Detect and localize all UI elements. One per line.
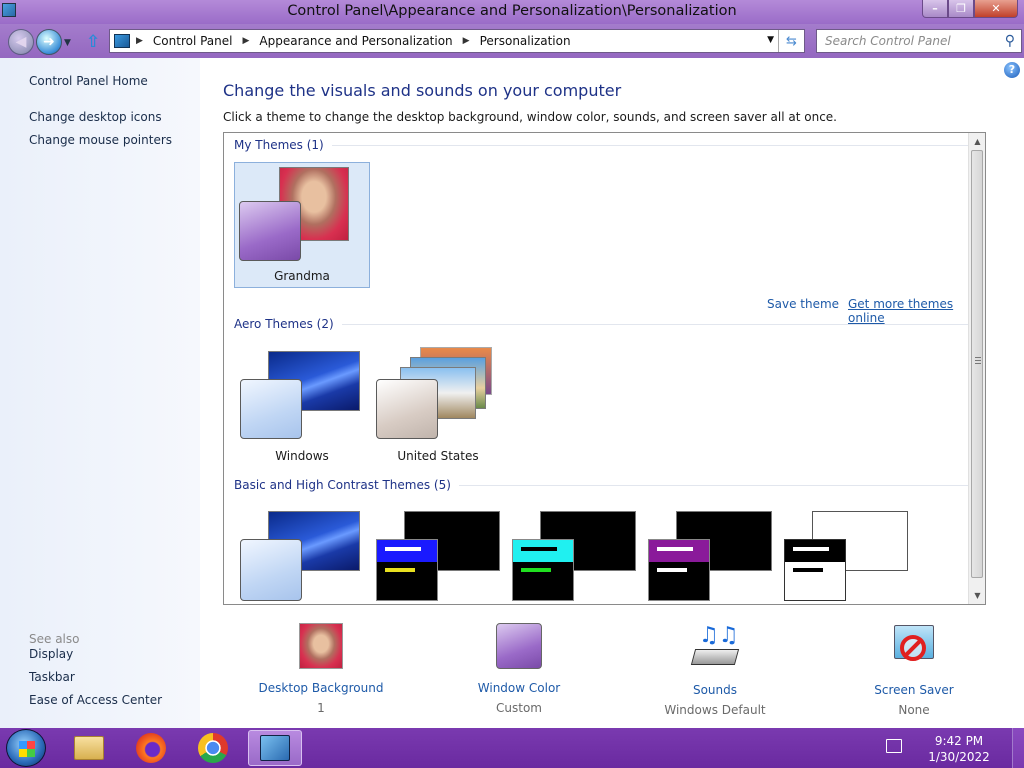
search-icon[interactable]: ⚲ xyxy=(1005,33,1015,49)
us-color-swatch xyxy=(376,379,438,439)
recent-pages-dropdown-icon[interactable]: ▼ xyxy=(64,38,71,48)
theme-list-scrollbar[interactable]: ▲ ▼ xyxy=(968,133,985,604)
hc-black-swatch xyxy=(648,539,710,601)
windows-color-swatch xyxy=(240,379,302,439)
clock-date[interactable]: 1/30/2022 xyxy=(914,750,1004,764)
window-color-value: Custom xyxy=(496,701,542,715)
window-color-setting[interactable]: Window Color Custom xyxy=(449,623,589,715)
see-also-label: See also xyxy=(29,632,80,646)
chrome-icon xyxy=(198,733,228,763)
search-placeholder: Search Control Panel xyxy=(825,34,951,48)
up-arrow-icon[interactable]: ⇧ xyxy=(86,32,100,52)
breadcrumb-separator-icon[interactable]: ▶ xyxy=(243,36,250,46)
sidebar-change-desktop-icons[interactable]: Change desktop icons xyxy=(29,110,162,124)
screen-saver-value: None xyxy=(898,703,930,717)
theme-high-contrast-white[interactable] xyxy=(778,503,914,603)
breadcrumb-appearance[interactable]: Appearance and Personalization xyxy=(259,34,452,48)
group-header-aero-themes: Aero Themes (2) xyxy=(234,317,985,331)
screen-saver-setting[interactable]: Screen Saver None xyxy=(844,623,984,717)
breadcrumb-separator-icon[interactable]: ▶ xyxy=(463,36,470,46)
control-panel-icon xyxy=(260,735,290,761)
breadcrumb-personalization[interactable]: Personalization xyxy=(480,34,571,48)
system-tray: 9:42 PM 1/30/2022 xyxy=(884,728,1024,768)
chrome-taskbar-button[interactable] xyxy=(186,730,240,766)
basic-color-swatch xyxy=(240,539,302,601)
theme-label: Grandma xyxy=(274,269,330,283)
theme-high-contrast-2[interactable] xyxy=(506,503,642,603)
firefox-taskbar-button[interactable] xyxy=(124,730,178,766)
window-color-link[interactable]: Window Color xyxy=(449,681,589,695)
screen-saver-icon xyxy=(890,623,938,671)
theme-high-contrast-1[interactable] xyxy=(370,503,506,603)
theme-list: My Themes (1) Grandma Save theme Get mor… xyxy=(223,132,986,605)
window-title: Control Panel\Appearance and Personaliza… xyxy=(287,3,737,19)
save-theme-link[interactable]: Save theme xyxy=(767,297,839,311)
breadcrumb-control-panel[interactable]: Control Panel xyxy=(153,34,233,48)
minimize-button[interactable]: – xyxy=(922,0,948,18)
search-input[interactable]: Search Control Panel ⚲ xyxy=(816,29,1022,53)
close-button[interactable]: ✕ xyxy=(974,0,1018,18)
title-bar: Control Panel\Appearance and Personaliza… xyxy=(0,0,1024,24)
hc2-swatch xyxy=(512,539,574,601)
sounds-setting[interactable]: ♫♫ Sounds Windows Default xyxy=(645,623,785,717)
breadcrumb-separator-icon[interactable]: ▶ xyxy=(136,36,143,46)
desktop-background-setting[interactable]: Desktop Background 1 xyxy=(251,623,391,715)
scroll-down-arrow-icon[interactable]: ▼ xyxy=(969,587,985,604)
help-icon[interactable]: ? xyxy=(1004,62,1020,78)
grandma-color-swatch xyxy=(239,201,301,261)
sidebar-display[interactable]: Display xyxy=(29,647,73,661)
firefox-icon xyxy=(136,733,166,763)
taskbar: 9:42 PM 1/30/2022 xyxy=(0,728,1024,768)
group-title: Aero Themes (2) xyxy=(234,317,334,331)
sidebar-ease-of-access-center[interactable]: Ease of Access Center xyxy=(29,693,162,707)
sounds-link[interactable]: Sounds xyxy=(645,683,785,697)
sidebar: Control Panel Home Change desktop icons … xyxy=(0,58,200,728)
group-title: My Themes (1) xyxy=(234,138,324,152)
screen-saver-link[interactable]: Screen Saver xyxy=(844,683,984,697)
scrollbar-thumb[interactable] xyxy=(971,150,983,578)
address-bar[interactable]: ▶ Control Panel ▶ Appearance and Persona… xyxy=(109,29,805,53)
hc-white-swatch xyxy=(784,539,846,601)
theme-windows-basic[interactable] xyxy=(234,503,370,603)
navigation-bar: ◀ ➜ ▼ ⇧ ▶ Control Panel ▶ Appearance and… xyxy=(0,24,1024,58)
sounds-value: Windows Default xyxy=(664,703,766,717)
back-button[interactable]: ◀ xyxy=(8,29,34,55)
desktop-background-icon xyxy=(299,623,343,669)
theme-windows[interactable]: Windows xyxy=(234,341,370,467)
desktop-background-link[interactable]: Desktop Background xyxy=(251,681,391,695)
hc1-swatch xyxy=(376,539,438,601)
sounds-icon: ♫♫ xyxy=(690,623,740,671)
file-explorer-taskbar-button[interactable] xyxy=(62,730,116,766)
sidebar-control-panel-home[interactable]: Control Panel Home xyxy=(29,74,148,88)
main-content: ? Change the visuals and sounds on your … xyxy=(200,58,1024,728)
group-header-my-themes: My Themes (1) xyxy=(234,138,985,152)
group-header-basic-high-contrast: Basic and High Contrast Themes (5) xyxy=(234,478,985,492)
sidebar-taskbar[interactable]: Taskbar xyxy=(29,670,75,684)
control-panel-taskbar-button[interactable] xyxy=(248,730,302,766)
desktop-background-value: 1 xyxy=(317,701,325,715)
show-desktop-button[interactable] xyxy=(1012,728,1024,768)
theme-label: Windows xyxy=(275,449,329,463)
sidebar-change-mouse-pointers[interactable]: Change mouse pointers xyxy=(29,133,172,147)
theme-grandma[interactable]: Grandma xyxy=(234,162,370,288)
group-title: Basic and High Contrast Themes (5) xyxy=(234,478,451,492)
forward-button[interactable]: ➜ xyxy=(36,29,62,55)
page-description: Click a theme to change the desktop back… xyxy=(223,110,837,124)
control-panel-icon xyxy=(114,34,130,48)
window-color-icon xyxy=(496,623,542,669)
network-icon[interactable] xyxy=(886,739,902,753)
refresh-icon[interactable]: ⇆ xyxy=(778,30,804,52)
address-dropdown-icon[interactable]: ▼ xyxy=(767,35,774,45)
theme-label: United States xyxy=(397,449,479,463)
folder-icon xyxy=(74,736,104,760)
theme-high-contrast-black[interactable] xyxy=(642,503,778,603)
theme-united-states[interactable]: United States xyxy=(370,341,506,467)
scroll-up-arrow-icon[interactable]: ▲ xyxy=(969,133,985,150)
start-button[interactable] xyxy=(6,729,46,767)
clock-time[interactable]: 9:42 PM xyxy=(914,734,1004,748)
maximize-button[interactable]: ❐ xyxy=(948,0,974,18)
page-title: Change the visuals and sounds on your co… xyxy=(223,81,622,100)
